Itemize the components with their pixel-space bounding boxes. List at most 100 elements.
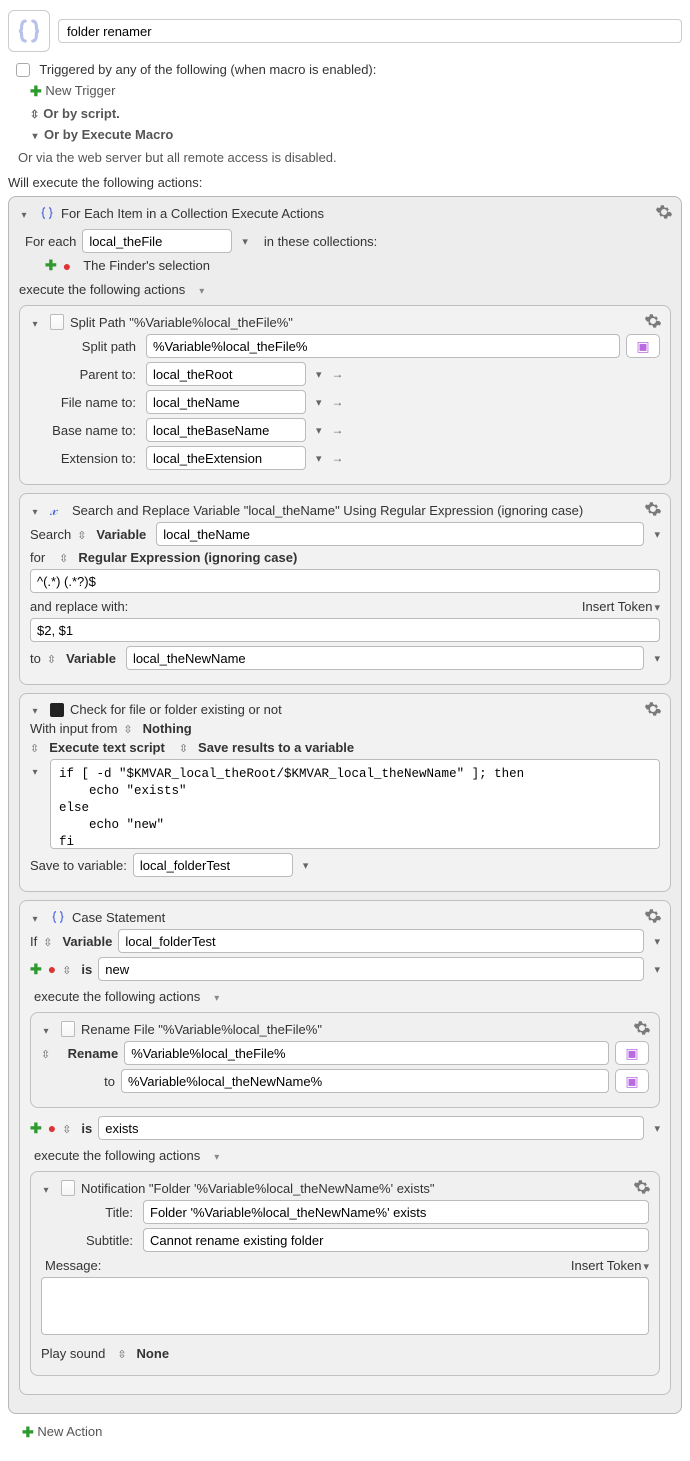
action-search-replace[interactable]: 𝓍 Search and Replace Variable "local_the… xyxy=(19,493,671,685)
chevron-down-icon[interactable] xyxy=(30,763,44,778)
chevron-down-icon[interactable] xyxy=(41,1022,55,1037)
gear-icon[interactable] xyxy=(644,312,662,330)
add-case-button[interactable]: ✚ xyxy=(30,1120,42,1137)
replace-value-input[interactable] xyxy=(30,618,660,642)
collection-item[interactable]: The Finder's selection xyxy=(83,258,210,273)
chevron-down-icon[interactable]: ▾ xyxy=(654,1122,660,1135)
action-title: Split Path "%Variable%local_theFile%" xyxy=(70,315,293,330)
play-sound-selector[interactable]: None xyxy=(137,1346,170,1361)
gear-icon[interactable] xyxy=(655,203,673,221)
gear-icon[interactable] xyxy=(644,500,662,518)
action-notification[interactable]: Notification "Folder '%Variable%local_th… xyxy=(30,1171,660,1376)
gear-icon[interactable] xyxy=(644,907,662,925)
chevron-down-icon[interactable] xyxy=(19,206,33,221)
updown-icon[interactable] xyxy=(59,550,72,565)
remove-case-button[interactable]: ● xyxy=(48,961,56,977)
action-rename-file[interactable]: Rename File "%Variable%local_theFile%" R… xyxy=(30,1012,660,1108)
chevron-down-icon[interactable] xyxy=(30,702,44,717)
updown-icon[interactable] xyxy=(77,527,90,542)
gear-icon[interactable] xyxy=(633,1019,651,1037)
extension-var-input[interactable] xyxy=(146,446,306,470)
arrow-right-icon[interactable]: → xyxy=(332,451,344,465)
chevron-down-icon[interactable]: ▾ xyxy=(303,859,309,872)
updown-icon[interactable] xyxy=(41,1046,54,1061)
arrow-right-icon[interactable]: → xyxy=(332,367,344,381)
arrow-right-icon[interactable]: → xyxy=(332,395,344,409)
chevron-down-icon[interactable]: ▾ xyxy=(316,368,322,381)
to-variable-input[interactable] xyxy=(126,646,645,670)
chevron-down-icon[interactable] xyxy=(30,503,44,518)
chevron-down-icon[interactable] xyxy=(208,989,219,1004)
folder-picker-button[interactable]: ▣ xyxy=(626,334,660,358)
macro-title-input[interactable] xyxy=(58,19,682,43)
updown-icon[interactable] xyxy=(62,962,75,977)
remove-case-button[interactable]: ● xyxy=(48,1120,56,1136)
arrow-right-icon[interactable]: → xyxy=(332,423,344,437)
chevron-down-icon[interactable]: ▾ xyxy=(242,235,248,248)
updown-icon[interactable] xyxy=(30,740,43,755)
chevron-down-icon[interactable]: ▾ xyxy=(316,396,322,409)
new-action-button[interactable]: ✚ New Action xyxy=(22,1424,682,1441)
rename-from-input[interactable] xyxy=(124,1041,609,1065)
action-split-path[interactable]: Split Path "%Variable%local_theFile%" Sp… xyxy=(19,305,671,485)
gear-icon[interactable] xyxy=(644,700,662,718)
updown-icon[interactable] xyxy=(62,1121,75,1136)
chevron-down-icon[interactable] xyxy=(30,910,44,925)
search-pattern-input[interactable] xyxy=(30,569,660,593)
action-foreach[interactable]: For Each Item in a Collection Execute Ac… xyxy=(8,196,682,1414)
or-by-script[interactable]: Or by script. xyxy=(30,106,682,121)
notify-subtitle-label: Subtitle: xyxy=(41,1233,137,1248)
folder-picker-button[interactable]: ▣ xyxy=(615,1041,649,1065)
foreach-variable-input[interactable] xyxy=(82,229,232,253)
updown-icon[interactable] xyxy=(43,934,56,949)
notify-message-textarea[interactable] xyxy=(41,1277,649,1335)
chevron-down-icon[interactable]: ▾ xyxy=(654,963,660,976)
basename-var-input[interactable] xyxy=(146,418,306,442)
rename-to-input[interactable] xyxy=(121,1069,609,1093)
folder-picker-button[interactable]: ▣ xyxy=(615,1069,649,1093)
if-variable-input[interactable] xyxy=(118,929,644,953)
variable-kind-selector[interactable]: Variable xyxy=(62,934,112,949)
or-by-execute-macro[interactable]: Or by Execute Macro xyxy=(30,127,682,142)
updown-icon[interactable] xyxy=(117,1346,130,1361)
split-path-input[interactable] xyxy=(146,334,620,358)
variable-kind-selector[interactable]: Variable xyxy=(96,527,146,542)
notify-title-input[interactable] xyxy=(143,1200,649,1224)
add-collection-button[interactable]: ✚ xyxy=(45,257,57,274)
save-to-var-input[interactable] xyxy=(133,853,293,877)
chevron-down-icon[interactable] xyxy=(30,315,44,330)
input-mode-selector[interactable]: Nothing xyxy=(143,721,192,736)
regex-mode-selector[interactable]: Regular Expression (ignoring case) xyxy=(78,550,297,565)
search-variable-input[interactable] xyxy=(156,522,644,546)
chevron-down-icon[interactable]: ▾ xyxy=(654,652,660,665)
chevron-down-icon[interactable] xyxy=(41,1181,55,1196)
updown-icon[interactable] xyxy=(179,740,192,755)
insert-token-button[interactable]: Insert Token▾ xyxy=(582,599,660,614)
variable-kind-selector[interactable]: Variable xyxy=(66,651,116,666)
save-mode-selector[interactable]: Save results to a variable xyxy=(198,740,354,755)
trigger-checkbox[interactable] xyxy=(16,63,30,77)
updown-icon[interactable] xyxy=(47,651,60,666)
chevron-down-icon[interactable]: ▾ xyxy=(316,424,322,437)
notify-subtitle-input[interactable] xyxy=(143,1228,649,1252)
updown-icon[interactable] xyxy=(123,721,136,736)
insert-token-button[interactable]: Insert Token▾ xyxy=(571,1258,649,1273)
new-trigger-button[interactable]: ✚ New Trigger xyxy=(30,83,682,100)
add-case-button[interactable]: ✚ xyxy=(30,961,42,978)
chevron-down-icon[interactable] xyxy=(193,282,204,297)
case-value-input[interactable] xyxy=(98,957,644,981)
action-case-statement[interactable]: Case Statement If Variable ▾ ✚ ● is ▾ ex… xyxy=(19,900,671,1395)
remove-collection-button[interactable]: ● xyxy=(63,258,71,274)
chevron-down-icon[interactable]: ▾ xyxy=(316,452,322,465)
gear-icon[interactable] xyxy=(633,1178,651,1196)
parent-var-input[interactable] xyxy=(146,362,306,386)
chevron-down-icon[interactable]: ▾ xyxy=(654,935,660,948)
execute-mode-selector[interactable]: Execute text script xyxy=(49,740,165,755)
case-value-input[interactable] xyxy=(98,1116,644,1140)
filename-var-input[interactable] xyxy=(146,390,306,414)
shell-script-textarea[interactable] xyxy=(50,759,660,849)
replace-with-label: and replace with: xyxy=(30,599,128,614)
chevron-down-icon[interactable]: ▾ xyxy=(654,528,660,541)
chevron-down-icon[interactable] xyxy=(208,1148,219,1163)
action-shell-check[interactable]: Check for file or folder existing or not… xyxy=(19,693,671,892)
